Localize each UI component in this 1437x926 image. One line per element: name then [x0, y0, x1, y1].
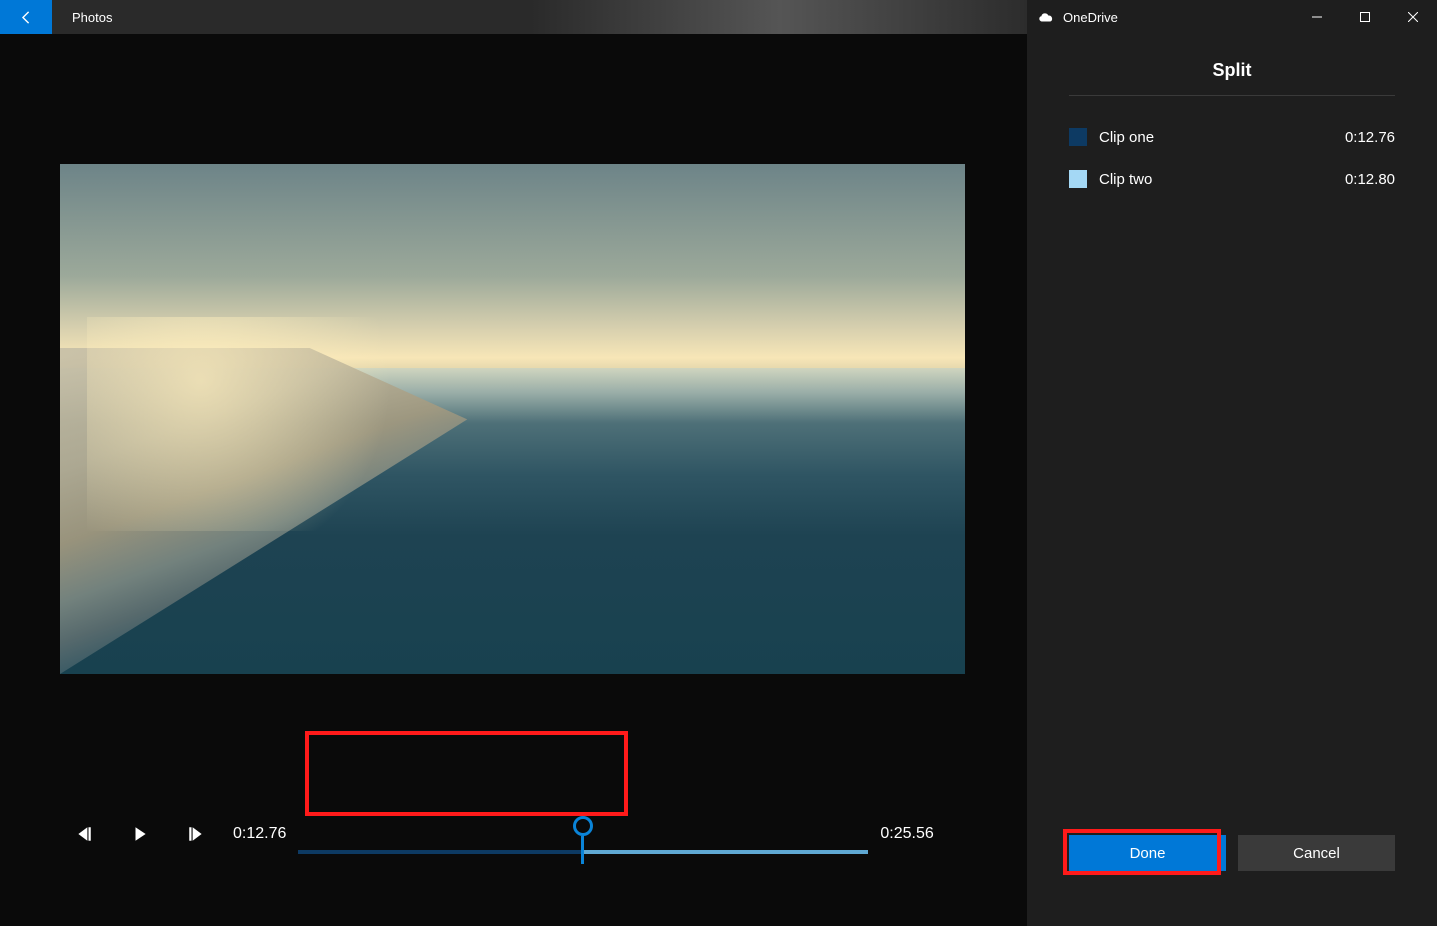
- timeline-controls: 0:12.76 0:25.56: [0, 784, 1027, 884]
- play-icon: [131, 825, 149, 843]
- done-button[interactable]: Done: [1069, 835, 1226, 871]
- video-preview[interactable]: [60, 164, 965, 674]
- window-maximize-button[interactable]: [1341, 0, 1389, 34]
- titlebar: Photos OneDrive: [0, 0, 1437, 34]
- cloud-sync-indicator[interactable]: OneDrive: [1027, 10, 1132, 25]
- play-button[interactable]: [131, 825, 149, 843]
- clip-swatch: [1069, 128, 1087, 146]
- window-close-button[interactable]: [1389, 0, 1437, 34]
- clip-name: Clip two: [1099, 171, 1333, 188]
- total-time-label: 0:25.56: [880, 825, 933, 843]
- clip-row[interactable]: Clip one 0:12.76: [1027, 116, 1437, 158]
- step-forward-button[interactable]: [187, 825, 205, 843]
- panel-title: Split: [1027, 60, 1437, 81]
- clip-swatch: [1069, 170, 1087, 188]
- cloud-icon: [1037, 11, 1055, 23]
- clip-name: Clip one: [1099, 129, 1333, 146]
- step-back-icon: [75, 825, 93, 843]
- editor-pane: 0:12.76 0:25.56: [0, 34, 1027, 926]
- step-forward-icon: [187, 825, 205, 843]
- split-panel: Split Clip one 0:12.76 Clip two 0:12.80 …: [1027, 34, 1437, 926]
- cancel-button[interactable]: Cancel: [1238, 835, 1395, 871]
- cloud-label: OneDrive: [1063, 10, 1118, 25]
- back-button[interactable]: [0, 0, 52, 34]
- current-time-label: 0:12.76: [233, 825, 286, 843]
- clip-duration: 0:12.80: [1345, 171, 1395, 188]
- arrow-left-icon: [18, 9, 35, 26]
- minimize-icon: [1312, 12, 1322, 22]
- app-title: Photos: [52, 0, 132, 34]
- timeline-track[interactable]: [298, 804, 868, 864]
- clip-duration: 0:12.76: [1345, 129, 1395, 146]
- close-icon: [1408, 12, 1418, 22]
- step-back-button[interactable]: [75, 825, 93, 843]
- clip-row[interactable]: Clip two 0:12.80: [1027, 158, 1437, 200]
- window-minimize-button[interactable]: [1293, 0, 1341, 34]
- maximize-icon: [1360, 12, 1370, 22]
- split-handle[interactable]: [573, 816, 593, 866]
